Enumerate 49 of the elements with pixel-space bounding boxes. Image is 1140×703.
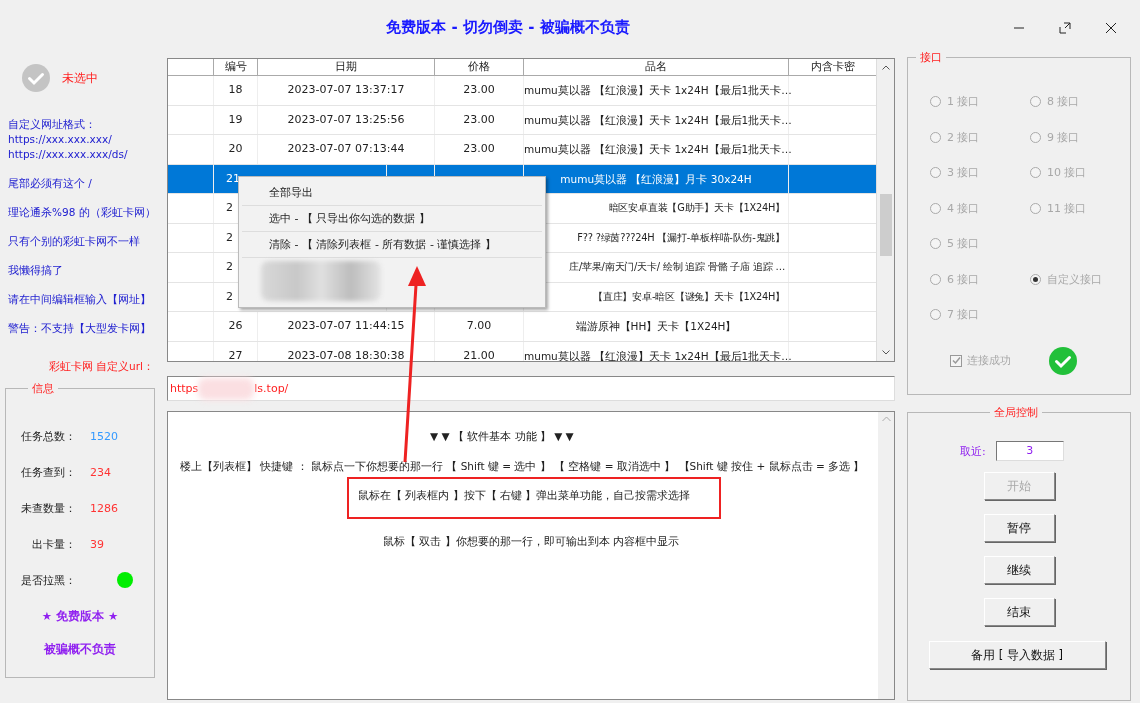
note-text: 警告：不支持【大型发卡网】 xyxy=(8,321,152,336)
table-cell: 2023-07-07 07:13:44 xyxy=(258,135,435,164)
group-title: 全局控制 xyxy=(990,405,1042,420)
help-heading: ▼ ▼ 【 软件基本 功能 】 ▼ ▼ xyxy=(430,430,574,444)
stat-label: 未查数量： xyxy=(20,500,76,516)
table-cell: 7.00 xyxy=(435,312,524,341)
table-cell: 23.00 xyxy=(435,105,524,134)
table-cell: mumu莫以器 【红浪漫】天卡 1x24H【最后1批天卡… xyxy=(524,76,789,105)
table-cell: 2023-07-08 18:30:38 xyxy=(258,341,435,361)
table-cell: 27 xyxy=(214,341,258,361)
stat-label: 任务总数： xyxy=(20,428,76,444)
note-text: 尾部必须有这个 / xyxy=(8,176,93,191)
table-cell: 19 xyxy=(214,105,258,134)
stat-value: 234 xyxy=(90,465,111,479)
note-text: 请在中间编辑框输入【网址】 xyxy=(8,292,152,307)
table-cell: mumu莫以器 【红浪漫】天卡 1x24H【最后1批天卡… xyxy=(524,105,789,134)
help-text: 鼠标在【 列表框内 】按下【 右键 】弹出菜单功能，自己按需求选择 xyxy=(358,489,691,503)
stat-label: 是否拉黑： xyxy=(20,572,76,588)
stat-value: 1520 xyxy=(90,429,118,443)
table-cell: 18 xyxy=(214,76,258,105)
note-text: 自定义网址格式： https://xxx.xxx.xxx/ https://xxx.xxx.xxx/ds/ xyxy=(8,117,129,162)
table-cell: 23.00 xyxy=(435,135,524,164)
stat-value: 39 xyxy=(90,537,104,551)
table-cell: mumu莫以器 【红浪漫】天卡 1x24H【最后1批天卡… xyxy=(524,341,789,361)
stat-label: 出卡量： xyxy=(31,536,76,552)
note-text: 我懒得搞了 xyxy=(8,263,64,278)
note-text: 理论通杀%98 的（彩虹卡网） xyxy=(8,205,157,220)
table-cell: 26 xyxy=(214,312,258,341)
fetch-label: 取近: xyxy=(960,443,986,459)
table-cell: 2023-07-07 13:25:56 xyxy=(258,105,435,134)
table-cell: 20 xyxy=(214,135,258,164)
window-title: 免费版本 - 切勿倒卖 - 被骗概不负责 xyxy=(385,18,631,37)
help-text: 楼上【列表框】 快捷键 ： 鼠标点一下你想要的那一行 【 Shift 键 = 选中 】 【 空格键 = 取消选中 】 【Shift 键 按住 + 鼠标点击 = 多选 】 xyxy=(180,460,865,474)
table-cell: mumu莫以器 【红浪漫】天卡 1x24H【最后1批天卡… xyxy=(524,135,789,164)
slogan-text: ★ 免费版本 ★ xyxy=(41,609,119,624)
stat-value: 1286 xyxy=(90,501,118,515)
stat-label: 任务查到： xyxy=(20,464,76,480)
table-cell: 2023-07-07 13:37:17 xyxy=(258,76,435,105)
table-cell: 23.00 xyxy=(435,76,524,105)
selection-status: 未选中 xyxy=(62,69,98,87)
url-label: 彩虹卡网 自定义url： xyxy=(47,359,155,374)
group-title: 信息 xyxy=(28,381,58,396)
group-title: 接口 xyxy=(916,50,946,65)
help-text: 鼠标【 双击 】你想要的那一行，即可输出到本 内容框中显示 xyxy=(383,535,679,549)
note-text: 只有个别的彩虹卡网不一样 xyxy=(8,234,141,249)
table-cell: 2023-07-07 11:44:15 xyxy=(258,312,435,341)
table-cell: 21.00 xyxy=(435,341,524,361)
slogan-text: 被骗概不负责 xyxy=(44,642,116,657)
table-cell: 端游原神【HH】天卡【1X24H】 xyxy=(524,312,789,341)
